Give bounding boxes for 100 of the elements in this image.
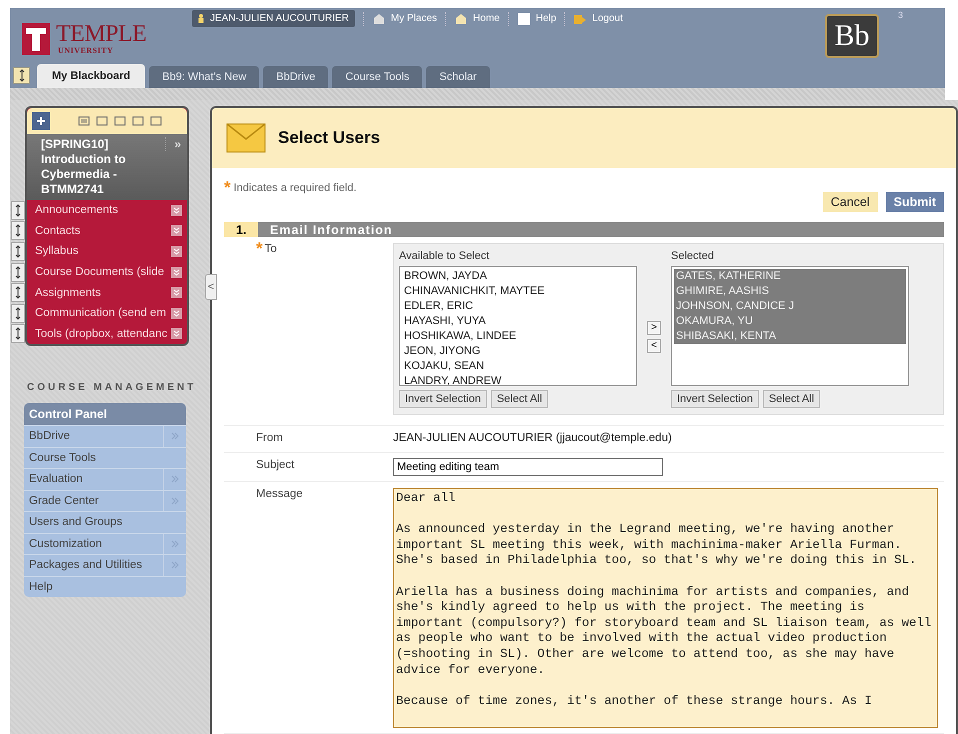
toolbar-icon[interactable] [150,115,162,127]
collapse-button[interactable]: < [205,274,217,300]
tab[interactable]: Bb9: What's New [149,66,260,88]
brand-logo: Bb [825,14,879,58]
list-option[interactable]: JEON, JIYONG [402,344,634,359]
drag-handle-icon[interactable] [15,286,21,300]
nav-icon [516,12,531,26]
list-button[interactable]: Invert Selection [399,390,487,408]
list-button[interactable]: Select All [490,390,548,408]
user-name: JEAN-JULIEN AUCOUTURIER [192,10,355,27]
list-option[interactable]: KOJAKU, SEAN [402,359,634,374]
course-menu-item[interactable]: Contacts [27,224,171,237]
from-value: JEAN-JULIEN AUCOUTURIER (jjaucout@temple.edu) [393,431,673,446]
nav-icon [454,12,468,26]
double-chevron-icon [171,540,179,548]
drag-handle[interactable] [11,304,25,323]
list-option[interactable]: CHINAVANICHKIT, MAYTEE [402,284,634,299]
list-title: Selected [671,250,715,262]
menu-options-icon[interactable] [171,225,182,236]
nav-icon [372,12,386,26]
drag-handle[interactable] [11,262,25,282]
count-label: 3 [898,10,904,20]
control-panel-title[interactable]: Control Panel [24,403,186,426]
control-panel-item[interactable]: Users and Groups [24,516,186,528]
course-title[interactable]: [SPRING10] Introduction to Cybermedia - BTMM2741 [33,137,162,197]
nav-link[interactable]: Logout [564,12,623,26]
menu-options-icon[interactable] [171,204,182,216]
submit-button[interactable]: Submit [886,192,944,212]
tab[interactable]: Course Tools [332,66,422,88]
more-button[interactable]: » [165,137,181,151]
menu-options-icon[interactable] [171,287,182,298]
control-panel-item[interactable]: Help [24,580,186,593]
list-option[interactable]: GATES, KATHERINE [674,269,906,284]
nav-link[interactable]: Help [508,12,556,26]
list-option[interactable]: HOSHIKAWA, LINDEE [402,329,634,344]
drag-handle-icon[interactable] [15,306,21,320]
drag-handle[interactable] [11,242,25,261]
drag-handle-icon[interactable] [15,327,21,340]
course-menu-item[interactable]: Assignments [27,286,171,299]
drag-handle-icon[interactable] [18,69,24,82]
list-option[interactable]: HAYASHI, YUYA [402,314,634,329]
user-list[interactable]: GATES, KATHERINE GHIMIRE, AASHIS JOHNSON, CANDICE J OKAMURA, YU SHIBASAKI, KENTA [671,266,909,386]
list-option[interactable]: SHIBASAKI, KENTA [674,329,906,344]
control-panel-item[interactable]: Evaluation [24,473,163,486]
menu-options-icon[interactable] [171,246,182,257]
drag-handle-icon[interactable] [15,244,21,258]
drag-handle[interactable] [11,221,25,240]
logo-icon [22,22,50,54]
menu-options-icon[interactable] [171,266,182,278]
section-title: Email Information [269,222,393,237]
control-panel-item[interactable]: Course Tools [24,452,186,464]
add-button[interactable] [32,112,50,130]
double-chevron-icon [171,432,179,440]
logo-name: TEMPLE [56,22,146,46]
control-panel-item[interactable]: Grade Center [24,494,163,507]
move-button[interactable]: > [647,321,661,335]
menu-options-icon[interactable] [171,308,182,319]
list-option[interactable]: BROWN, JAYDA [402,269,634,284]
list-option[interactable]: EDLER, ERIC [402,299,634,314]
drag-handle-icon[interactable] [15,204,21,217]
course-menu-item[interactable]: Syllabus [27,245,171,258]
control-panel-item[interactable]: BbDrive [24,430,163,442]
menu-options-icon[interactable] [171,328,182,340]
list-option[interactable]: JOHNSON, CANDICE J [674,299,906,314]
toolbar-icon[interactable] [96,115,108,127]
tab[interactable]: Scholar [426,66,490,88]
subject-field[interactable]: Meeting editing team [393,458,663,476]
field-label: To [264,243,277,257]
list-option[interactable]: GHIMIRE, AASHIS [674,284,906,299]
resize-icon[interactable] [13,67,30,84]
drag-handle-icon[interactable] [15,224,21,238]
course-menu-item[interactable]: Communication (send em [27,307,171,320]
tab[interactable]: My Blackboard [37,64,146,88]
move-button[interactable]: < [647,339,661,353]
page-title: Select Users [278,128,380,148]
required-note: Indicates a required field. [234,182,357,194]
tab[interactable]: BbDrive [263,66,328,88]
course-menu-item[interactable]: Announcements [27,204,171,216]
nav-link[interactable]: My Places [362,12,438,26]
field-label: Subject [256,458,296,473]
toolbar-icon[interactable] [78,115,90,127]
nav-link[interactable]: Home [445,12,500,26]
required-mark: * [224,182,231,194]
control-panel-item[interactable]: Packages and Utilities [24,559,163,572]
cancel-button[interactable]: Cancel [822,192,878,212]
course-menu-item[interactable]: Course Documents (slide [27,266,171,278]
plus-icon [36,116,46,126]
toolbar-icon[interactable] [114,115,126,127]
drag-handle[interactable] [11,200,25,220]
message-field[interactable]: Dear all As announced yesterday in the Legrand meeting, we're having another important SL meeting this week, with machinima-maker Ariella Furman. She's based in Philadelphia too, so that's why we're doing this in SL. Ariella has a business doing machinima for artists and companies, and she's kindly agreed to help us with the project. The meeting is important (compulsory?) for storyboard team and SL liaison team, as well as people who want to be involved with the actual video production (=shooting in SL). Other are welcome to attend too, as she may have advice for everyone. Because of time zones, it's another of these strange hours. As I [393,488,938,728]
drag-handle[interactable] [11,324,25,344]
list-button[interactable]: Select All [762,390,820,408]
drag-handle[interactable] [11,283,25,302]
course-menu-item[interactable]: Tools (dropbox, attendanc [27,328,171,340]
drag-handle-icon[interactable] [15,266,21,279]
list-button[interactable]: Invert Selection [671,390,759,408]
list-title: Available to Select [399,250,490,262]
list-option[interactable]: OKAMURA, YU [674,314,906,329]
toolbar-icon[interactable] [132,115,144,127]
control-panel-item[interactable]: Customization [24,538,163,550]
